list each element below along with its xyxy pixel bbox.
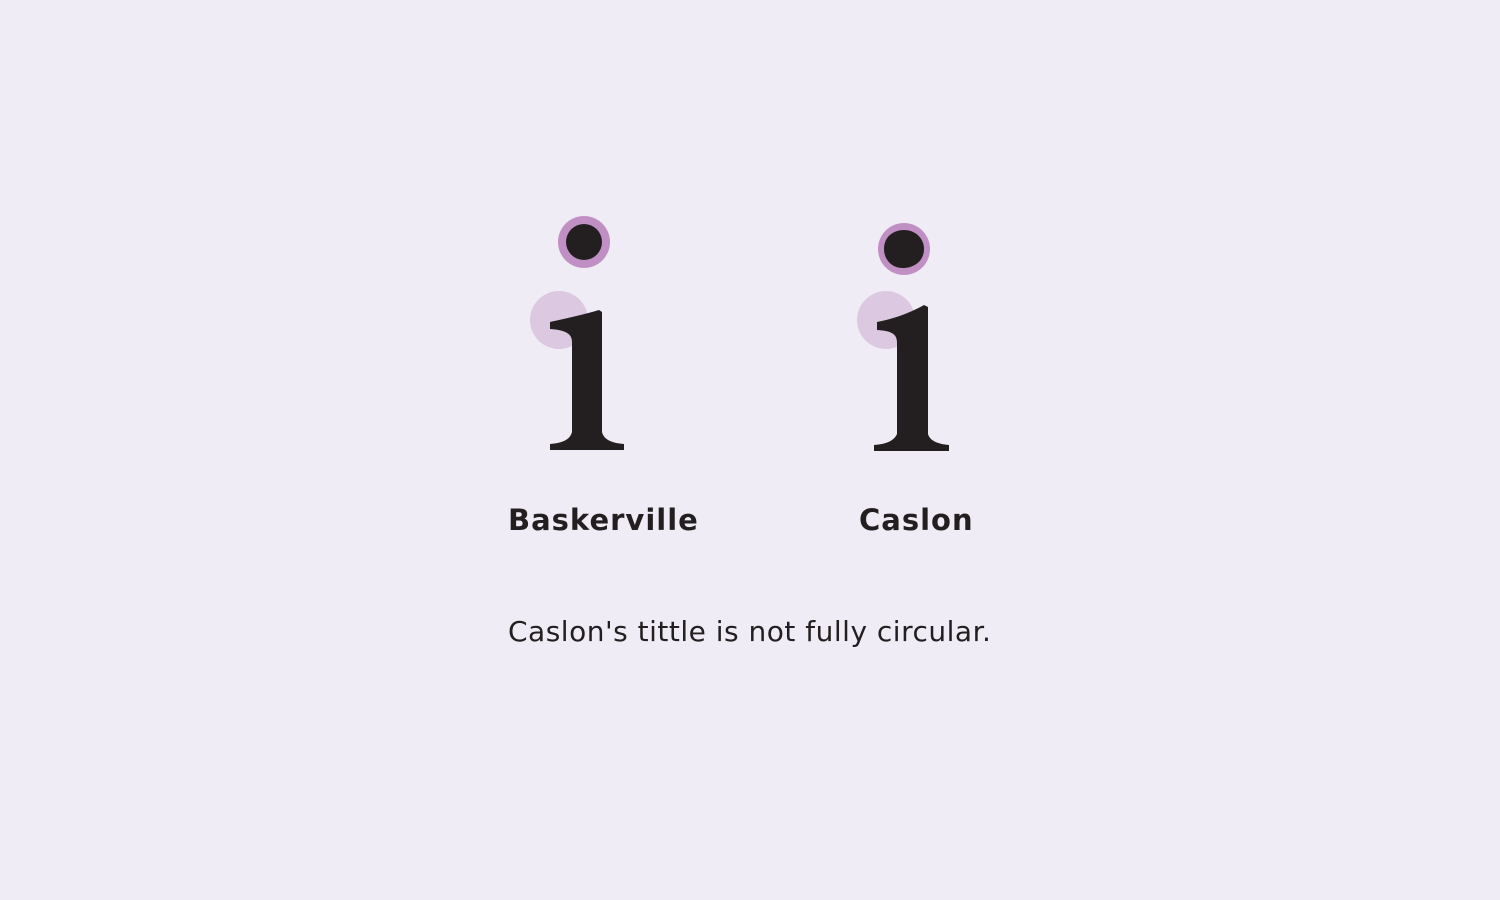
baskerville-glyph [530,216,624,450]
glyph-comparison [530,216,949,451]
baskerville-label: Baskerville [508,503,699,537]
caslon-glyph [857,223,949,451]
figure: Baskerville Caslon Caslon's tittle is no… [0,0,1500,900]
caslon-label: Caslon [859,503,974,537]
baskerville-tittle [566,224,602,260]
caslon-stem [874,305,949,451]
caption: Caslon's tittle is not fully circular. [508,615,992,648]
caslon-tittle [884,230,924,268]
